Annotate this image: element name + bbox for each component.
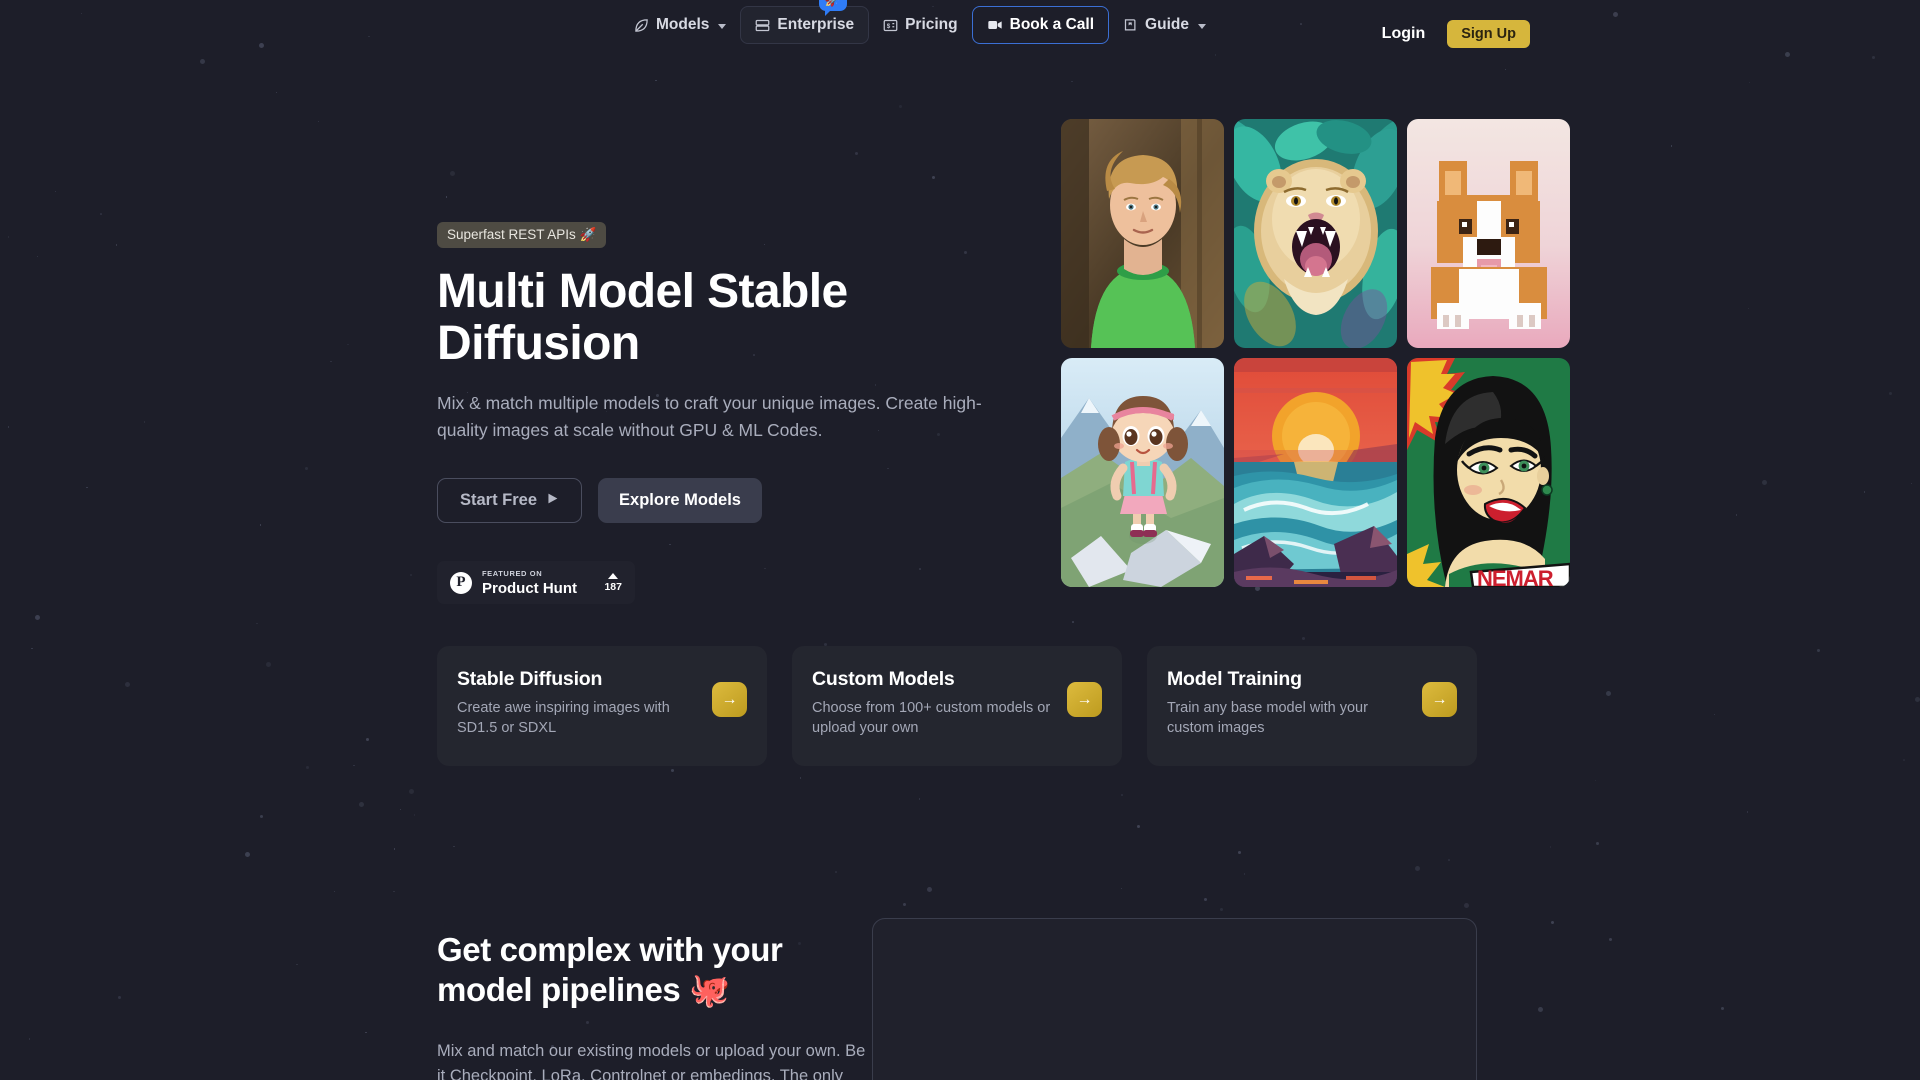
feature-card-description: Train any base model with your custom im… xyxy=(1167,700,1368,737)
feature-card-stable-diffusion[interactable]: Stable Diffusion Create awe inspiring im… xyxy=(437,646,767,766)
chevron-down-icon xyxy=(718,23,727,29)
nav-item-book-a-call[interactable]: Book a Call xyxy=(971,6,1110,44)
feature-card-custom-models[interactable]: Custom Models Choose from 100+ custom mo… xyxy=(792,646,1122,766)
page-root: Models 🚀 Enterprise $ xyxy=(0,0,1920,1080)
product-hunt-badge[interactable]: P FEATURED ON Product Hunt 187 xyxy=(437,561,635,605)
hero-image-gallery: NEMAR xyxy=(1061,119,1570,587)
gallery-image-3d-cartoon-girl-mountains[interactable] xyxy=(1061,358,1224,587)
product-hunt-logo-icon: P xyxy=(450,571,472,594)
feature-card-model-training[interactable]: Model Training Train any base model with… xyxy=(1147,646,1477,766)
arrow-right-icon[interactable]: → xyxy=(1422,682,1457,717)
feature-card-title: Custom Models xyxy=(812,668,955,690)
nav-item-label: Pricing xyxy=(905,16,958,33)
pipeline-preview-panel xyxy=(872,918,1477,1080)
nav-center-group: Models 🚀 Enterprise $ xyxy=(620,0,1220,44)
server-icon xyxy=(755,18,770,33)
product-hunt-text: FEATURED ON Product Hunt xyxy=(482,570,577,596)
feature-card-body: Custom Models Choose from 100+ custom mo… xyxy=(812,668,1059,739)
rocket-badge-icon: 🚀 xyxy=(818,0,847,16)
start-free-label: Start Free xyxy=(460,491,538,510)
svg-text:$: $ xyxy=(887,23,891,30)
upvote-arrow-icon xyxy=(608,573,619,579)
gallery-image-portrait-blond-man-green-shirt[interactable] xyxy=(1061,119,1224,348)
nav-item-label: Enterprise xyxy=(777,16,855,33)
product-hunt-votes: 187 xyxy=(604,573,622,593)
product-hunt-name: Product Hunt xyxy=(482,579,577,597)
svg-text:NEMAR: NEMAR xyxy=(1477,566,1554,587)
section-title: Get complex with your model pipelines 🐙 xyxy=(437,931,783,1009)
book-icon xyxy=(1123,18,1138,33)
gallery-image-retro-sunset-ocean-waves[interactable] xyxy=(1234,358,1397,587)
arrow-right-icon[interactable]: → xyxy=(1067,682,1102,717)
page-title: Multi Model Stable Diffusion xyxy=(437,265,848,370)
gallery-image-roaring-lion-tropical-leaves[interactable] xyxy=(1234,119,1397,348)
nav-item-enterprise[interactable]: 🚀 Enterprise xyxy=(740,0,870,44)
feature-card-body: Model Training Train any base model with… xyxy=(1167,668,1414,739)
hero-content: Superfast REST APIs 🚀 Multi Model Stable… xyxy=(437,222,1037,605)
top-navigation-bar: Models 🚀 Enterprise $ xyxy=(0,0,1920,58)
pipelines-section: Get complex with your model pipelines 🐙 … xyxy=(437,930,877,1080)
nav-item-models[interactable]: Models xyxy=(620,7,740,43)
leaf-icon xyxy=(634,18,649,33)
gallery-image-pixel-art-corgi[interactable] xyxy=(1407,119,1570,348)
nav-item-label: Guide xyxy=(1145,16,1189,33)
hero-badge: Superfast REST APIs 🚀 xyxy=(437,222,607,248)
start-free-button[interactable]: Start Free xyxy=(437,478,583,524)
product-hunt-featured-label: FEATURED ON xyxy=(482,569,543,578)
nav-auth-group: Login Sign Up xyxy=(1382,20,1530,48)
feature-card-description: Create awe inspiring images with SD1.5 o… xyxy=(457,700,670,737)
nav-item-pricing[interactable]: $ Pricing xyxy=(869,7,972,43)
explore-models-button[interactable]: Explore Models xyxy=(598,478,762,524)
feature-card-body: Stable Diffusion Create awe inspiring im… xyxy=(457,668,704,739)
play-icon xyxy=(546,491,559,510)
feature-card-title: Stable Diffusion xyxy=(457,668,603,690)
hero-action-buttons: Start Free Explore Models xyxy=(437,478,1037,524)
hero-subtitle: Mix & match multiple models to craft you… xyxy=(437,392,982,440)
feature-card-description: Choose from 100+ custom models or upload… xyxy=(812,700,1051,737)
feature-card-title: Model Training xyxy=(1167,668,1302,690)
product-hunt-vote-count: 187 xyxy=(604,581,622,593)
chevron-down-icon xyxy=(1197,23,1206,29)
nav-item-label: Models xyxy=(656,16,710,33)
signup-button[interactable]: Sign Up xyxy=(1447,20,1530,48)
nav-item-label: Book a Call xyxy=(1009,16,1095,33)
nav-item-guide[interactable]: Guide xyxy=(1109,7,1220,43)
feature-cards-row: Stable Diffusion Create awe inspiring im… xyxy=(437,646,1477,766)
arrow-right-icon[interactable]: → xyxy=(712,682,747,717)
video-camera-icon xyxy=(987,17,1003,33)
gallery-image-pop-art-comic-woman[interactable]: NEMAR xyxy=(1407,358,1570,587)
login-link[interactable]: Login xyxy=(1382,25,1426,43)
price-tag-icon: $ xyxy=(883,18,898,33)
section-subtitle: Mix and match our existing models or upl… xyxy=(437,1041,866,1080)
